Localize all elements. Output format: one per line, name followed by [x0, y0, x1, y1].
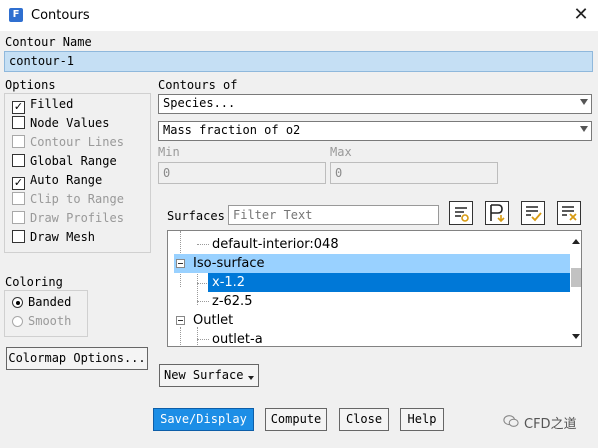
tree-item-label: Outlet — [193, 313, 234, 328]
compute-button[interactable]: Compute — [265, 408, 327, 431]
new-surface-label: New Surface — [164, 368, 244, 382]
checkbox-box — [12, 192, 25, 205]
option-label: Contour Lines — [30, 135, 124, 149]
scroll-up-icon[interactable] — [572, 239, 580, 244]
min-label: Min — [158, 145, 180, 159]
tree-item-label: z-62.5 — [212, 294, 253, 309]
contours-category-dropdown[interactable]: Species... — [158, 94, 592, 114]
option-global-range-checkbox[interactable]: Global Range — [12, 154, 117, 172]
collapse-icon — [176, 316, 185, 325]
coloring-label: Coloring — [5, 275, 63, 289]
option-clip-to-range-checkbox: Clip to Range — [12, 192, 124, 210]
surfaces-label: Surfaces — [167, 209, 225, 223]
tree-item[interactable]: Outlet — [174, 311, 570, 330]
chevron-down-icon — [580, 126, 588, 132]
contour-name-value: contour-1 — [9, 54, 75, 68]
deselect-all-icon[interactable] — [557, 201, 581, 225]
contours-variable-dropdown[interactable]: Mass fraction of o2 — [158, 121, 592, 141]
contours-category-value: Species... — [163, 96, 236, 110]
tree-scrollbar[interactable] — [570, 231, 581, 346]
select-all-icon[interactable] — [521, 201, 545, 225]
colormap-options-button[interactable]: Colormap Options... — [6, 347, 148, 370]
option-label: Draw Mesh — [30, 230, 96, 244]
coloring-banded-radio[interactable]: Banded — [12, 295, 71, 313]
scroll-down-icon[interactable] — [572, 334, 580, 339]
surface-options-icon[interactable] — [449, 201, 473, 225]
contours-variable-value: Mass fraction of o2 — [163, 123, 301, 137]
tree-item-label: outlet-a — [212, 332, 263, 347]
radio-indicator — [12, 297, 23, 308]
option-draw-profiles-checkbox: Draw Profiles — [12, 211, 124, 229]
tree-item[interactable]: Iso-surface — [174, 254, 570, 273]
option-label: Clip to Range — [30, 192, 124, 206]
checkbox-box — [12, 135, 25, 148]
option-label: Auto Range — [30, 173, 103, 187]
contours-of-label: Contours of — [158, 78, 238, 92]
app-icon: F — [9, 8, 23, 22]
option-node-values-checkbox[interactable]: Node Values — [12, 116, 109, 134]
min-field: 0 — [158, 162, 326, 184]
scrollbar-thumb[interactable] — [571, 268, 581, 287]
chevron-down-icon — [248, 376, 254, 380]
max-label: Max — [330, 145, 352, 159]
option-label: Filled — [30, 97, 74, 111]
surfaces-tree[interactable]: default-interior:048 Iso-surface x-1.2 z… — [167, 230, 582, 347]
surface-filter-input[interactable] — [228, 205, 439, 225]
checkbox-box — [12, 116, 25, 129]
chevron-down-icon — [580, 99, 588, 105]
coloring-smooth-radio: Smooth — [12, 314, 71, 332]
radio-indicator — [12, 316, 23, 327]
option-contour-lines-checkbox: Contour Lines — [12, 135, 124, 153]
checkmark-icon: ✓ — [12, 100, 25, 114]
option-filled-checkbox[interactable]: ✓ Filled — [12, 97, 73, 115]
max-field: 0 — [330, 162, 498, 184]
checkbox-box — [12, 211, 25, 224]
surface-group-icon[interactable] — [485, 201, 509, 225]
watermark-text: CFD之道 — [524, 417, 577, 432]
max-value: 0 — [335, 166, 343, 180]
tree-item[interactable]: z-62.5 — [168, 292, 570, 311]
tree-item-label: Iso-surface — [193, 256, 265, 271]
tree-item-label: default-interior:048 — [212, 237, 339, 252]
window-title: Contours — [31, 8, 90, 23]
tree-item[interactable]: outlet-a — [168, 330, 570, 347]
option-draw-mesh-checkbox[interactable]: Draw Mesh — [12, 230, 95, 248]
option-auto-range-checkbox[interactable]: ✓ Auto Range — [12, 173, 102, 191]
tree-item-label: x-1.2 — [212, 275, 246, 290]
checkbox-box — [12, 154, 25, 167]
options-label: Options — [5, 78, 56, 92]
close-button[interactable]: Close — [339, 408, 389, 431]
option-label: Node Values — [30, 116, 110, 130]
contour-name-input[interactable]: contour-1 — [4, 51, 593, 72]
collapse-icon — [176, 259, 185, 268]
min-value: 0 — [163, 166, 171, 180]
checkbox-box — [12, 230, 25, 243]
contour-name-label: Contour Name — [5, 35, 92, 49]
coloring-banded-label: Banded — [28, 295, 72, 309]
coloring-smooth-label: Smooth — [28, 314, 72, 328]
close-window-button[interactable]: ✕ — [568, 3, 594, 27]
help-button[interactable]: Help — [400, 408, 444, 431]
option-label: Draw Profiles — [30, 211, 124, 225]
save-display-button[interactable]: Save/Display — [153, 408, 254, 431]
option-label: Global Range — [30, 154, 117, 168]
watermark-logo — [503, 414, 519, 431]
tree-item[interactable]: x-1.2 — [208, 273, 570, 292]
checkmark-icon: ✓ — [12, 176, 25, 190]
new-surface-button[interactable]: New Surface — [159, 364, 259, 387]
close-icon: ✕ — [573, 4, 589, 25]
tree-item[interactable]: default-interior:048 — [168, 235, 570, 254]
